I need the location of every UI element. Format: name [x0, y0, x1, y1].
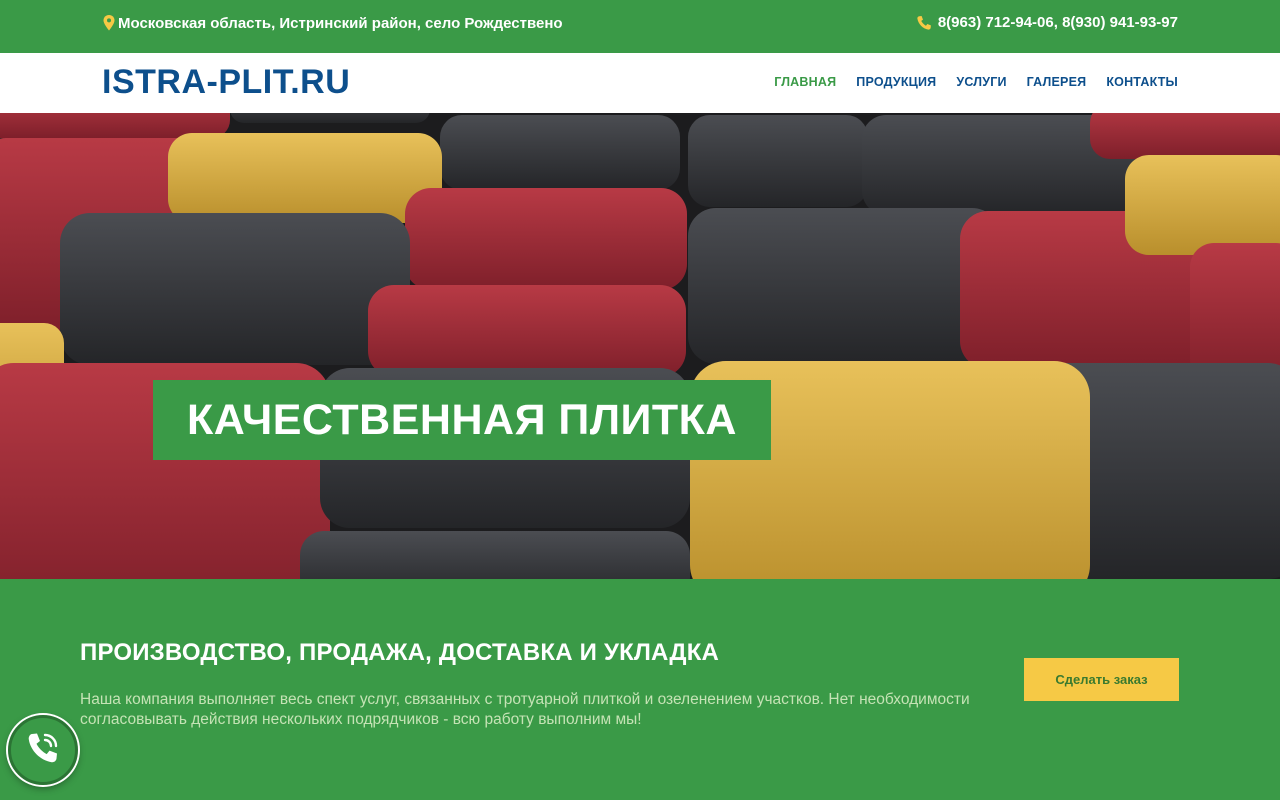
site-header: ISTRA-PLIT.RU ГЛАВНАЯ ПРОДУКЦИЯ УСЛУГИ Г… [0, 53, 1280, 113]
site-logo[interactable]: ISTRA-PLIT.RU [102, 63, 350, 101]
map-pin-icon [102, 14, 116, 32]
nav-item-contacts[interactable]: КОНТАКТЫ [1106, 75, 1178, 89]
nav-item-services[interactable]: УСЛУГИ [956, 75, 1006, 89]
phone-icon [916, 15, 932, 31]
main-nav: ГЛАВНАЯ ПРОДУКЦИЯ УСЛУГИ ГАЛЕРЕЯ КОНТАКТ… [774, 75, 1178, 89]
phone-numbers[interactable]: 8(963) 712-94-06, 8(930) 941-93-97 [916, 14, 1178, 31]
callback-button[interactable] [8, 715, 78, 785]
nav-item-products[interactable]: ПРОДУКЦИЯ [856, 75, 936, 89]
address: Московская область, Истринский район, се… [102, 14, 563, 32]
nav-item-gallery[interactable]: ГАЛЕРЕЯ [1027, 75, 1087, 89]
hero-banner: КАЧЕСТВЕННАЯ ПЛИТКА [153, 380, 771, 460]
hero-banner-text: КАЧЕСТВЕННАЯ ПЛИТКА [187, 395, 737, 444]
phone-call-icon [24, 729, 62, 772]
address-text: Московская область, Истринский район, се… [118, 14, 563, 32]
phone-text[interactable]: 8(963) 712-94-06, 8(930) 941-93-97 [938, 14, 1178, 31]
nav-item-home[interactable]: ГЛАВНАЯ [774, 75, 836, 89]
make-order-button[interactable]: Сделать заказ [1024, 658, 1179, 701]
paving-tiles-image [0, 113, 1280, 579]
services-title: ПРОИЗВОДСТВО, ПРОДАЖА, ДОСТАВКА И УКЛАДК… [80, 639, 720, 666]
services-section: ПРОИЗВОДСТВО, ПРОДАЖА, ДОСТАВКА И УКЛАДК… [0, 579, 1280, 800]
top-info-bar: Московская область, Истринский район, се… [0, 0, 1280, 53]
services-description: Наша компания выполняет весь спект услуг… [80, 691, 970, 728]
hero-section: КАЧЕСТВЕННАЯ ПЛИТКА [0, 113, 1280, 579]
